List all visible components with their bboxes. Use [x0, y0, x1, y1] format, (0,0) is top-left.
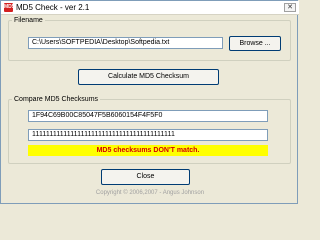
- window-title: MD5 Check - ver 2.1: [16, 3, 90, 12]
- title-bar: MD5 MD5 Check - ver 2.1 ✕: [1, 1, 299, 15]
- browse-button[interactable]: Browse ...: [229, 36, 281, 51]
- filename-legend: Filename: [14, 17, 43, 24]
- window-close-icon[interactable]: ✕: [284, 3, 296, 12]
- compare-hash-field[interactable]: 1111111111111111111111111111111111111111…: [28, 129, 268, 141]
- md5-app-icon: MD5: [4, 3, 15, 12]
- main-window: MD5 MD5 Check - ver 2.1 ✕ Filename C:\Us…: [0, 0, 299, 204]
- copyright-text: Copyright © 2006,2007 - Angus Johnson: [95, 190, 205, 196]
- match-status-label: MD5 checksums DON'T match.: [28, 145, 268, 156]
- compare-legend: Compare MD5 Checksums: [14, 96, 99, 103]
- computed-hash-field[interactable]: 1F94C69B00C85047F5B6060154F4F5F0: [28, 110, 268, 122]
- filename-field[interactable]: C:\Users\SOFTPEDIA\Desktop\Softpedia.txt: [28, 37, 223, 49]
- calculate-md5-button[interactable]: Calculate MD5 Checksum: [78, 69, 219, 85]
- close-button[interactable]: Close: [101, 169, 190, 185]
